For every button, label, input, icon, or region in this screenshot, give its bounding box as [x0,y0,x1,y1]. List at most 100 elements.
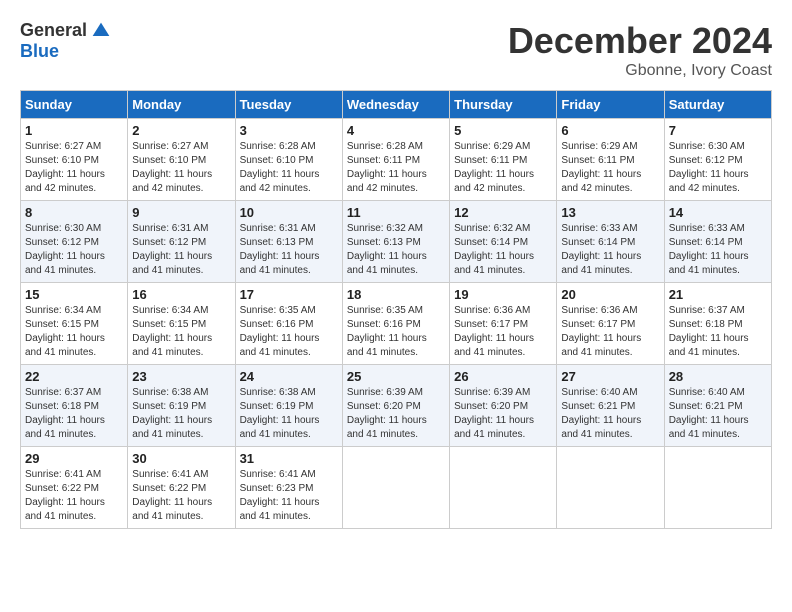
day-info: Sunrise: 6:40 AMSunset: 6:21 PMDaylight:… [669,386,767,442]
day-info: Sunrise: 6:38 AMSunset: 6:19 PMDaylight:… [132,386,230,442]
day-info: Sunrise: 6:39 AMSunset: 6:20 PMDaylight:… [347,386,445,442]
day-info: Sunrise: 6:28 AMSunset: 6:10 PMDaylight:… [240,140,338,196]
calendar-cell: 18Sunrise: 6:35 AMSunset: 6:16 PMDayligh… [342,283,449,365]
calendar-cell: 19 Sunrise: 6:36 AMSunset: 6:17 PMDayligh… [450,283,557,365]
calendar-cell: 12 Sunrise: 6:32 AMSunset: 6:14 PMDayligh… [450,201,557,283]
day-info: Sunrise: 6:32 AMSunset: 6:13 PMDaylight:… [347,222,445,278]
day-number: 12 [454,205,552,220]
day-info: Sunrise: 6:36 AMSunset: 6:17 PMDaylight:… [454,304,552,360]
calendar-cell: 15Sunrise: 6:34 AMSunset: 6:15 PMDayligh… [21,283,128,365]
day-number: 19 [454,287,552,302]
calendar-cell: 16 Sunrise: 6:34 AMSunset: 6:15 PMDayligh… [128,283,235,365]
header-sunday: Sunday [21,91,128,119]
day-info: Sunrise: 6:32 AMSunset: 6:14 PMDaylight:… [454,222,552,278]
day-number: 13 [561,205,659,220]
calendar-cell: 11Sunrise: 6:32 AMSunset: 6:13 PMDayligh… [342,201,449,283]
calendar-cell: 13 Sunrise: 6:33 AMSunset: 6:14 PMDayligh… [557,201,664,283]
day-info: Sunrise: 6:33 AMSunset: 6:14 PMDaylight:… [561,222,659,278]
day-info: Sunrise: 6:38 AMSunset: 6:19 PMDaylight:… [240,386,338,442]
calendar-week-5: 29Sunrise: 6:41 AMSunset: 6:22 PMDayligh… [21,447,772,529]
day-info: Sunrise: 6:41 AMSunset: 6:22 PMDaylight:… [25,468,123,524]
header-friday: Friday [557,91,664,119]
day-info: Sunrise: 6:36 AMSunset: 6:17 PMDaylight:… [561,304,659,360]
day-info: Sunrise: 6:30 AMSunset: 6:12 PMDaylight:… [25,222,123,278]
calendar-cell: 1 Sunrise: 6:27 AMSunset: 6:10 PMDaylight… [21,119,128,201]
day-info: Sunrise: 6:27 AMSunset: 6:10 PMDaylight:… [132,140,230,196]
day-number: 26 [454,369,552,384]
calendar-cell: 26 Sunrise: 6:39 AMSunset: 6:20 PMDayligh… [450,365,557,447]
calendar-cell: 9 Sunrise: 6:31 AMSunset: 6:12 PMDaylight… [128,201,235,283]
calendar-cell: 29Sunrise: 6:41 AMSunset: 6:22 PMDayligh… [21,447,128,529]
location-text: Gbonne, Ivory Coast [508,62,772,80]
day-number: 16 [132,287,230,302]
day-info: Sunrise: 6:39 AMSunset: 6:20 PMDaylight:… [454,386,552,442]
day-number: 21 [669,287,767,302]
calendar-week-4: 22Sunrise: 6:37 AMSunset: 6:18 PMDayligh… [21,365,772,447]
calendar-cell: 21 Sunrise: 6:37 AMSunset: 6:18 PMDayligh… [664,283,771,365]
day-number: 31 [240,451,338,466]
day-info: Sunrise: 6:30 AMSunset: 6:12 PMDaylight:… [669,140,767,196]
day-info: Sunrise: 6:33 AMSunset: 6:14 PMDaylight:… [669,222,767,278]
calendar-cell [342,447,449,529]
day-info: Sunrise: 6:34 AMSunset: 6:15 PMDaylight:… [132,304,230,360]
day-info: Sunrise: 6:35 AMSunset: 6:16 PMDaylight:… [347,304,445,360]
calendar-cell: 14Sunrise: 6:33 AMSunset: 6:14 PMDayligh… [664,201,771,283]
calendar-week-1: 1 Sunrise: 6:27 AMSunset: 6:10 PMDaylight… [21,119,772,201]
day-number: 4 [347,123,445,138]
calendar-table: SundayMondayTuesdayWednesdayThursdayFrid… [20,90,772,529]
calendar-cell: 30 Sunrise: 6:41 AMSunset: 6:22 PMDayligh… [128,447,235,529]
header-tuesday: Tuesday [235,91,342,119]
day-info: Sunrise: 6:28 AMSunset: 6:11 PMDaylight:… [347,140,445,196]
day-number: 28 [669,369,767,384]
day-number: 1 [25,123,123,138]
calendar-cell: 8 Sunrise: 6:30 AMSunset: 6:12 PMDaylight… [21,201,128,283]
day-info: Sunrise: 6:27 AMSunset: 6:10 PMDaylight:… [25,140,123,196]
day-info: Sunrise: 6:29 AMSunset: 6:11 PMDaylight:… [454,140,552,196]
calendar-header-row: SundayMondayTuesdayWednesdayThursdayFrid… [21,91,772,119]
month-title: December 2024 [508,20,772,62]
calendar-cell [450,447,557,529]
day-number: 25 [347,369,445,384]
day-number: 3 [240,123,338,138]
calendar-cell [557,447,664,529]
day-number: 20 [561,287,659,302]
day-number: 22 [25,369,123,384]
day-number: 5 [454,123,552,138]
logo-general-text: General [20,20,87,41]
calendar-cell: 10 Sunrise: 6:31 AMSunset: 6:13 PMDayligh… [235,201,342,283]
logo-blue-text: Blue [20,41,59,62]
calendar-cell: 24 Sunrise: 6:38 AMSunset: 6:19 PMDayligh… [235,365,342,447]
day-number: 6 [561,123,659,138]
calendar-week-3: 15Sunrise: 6:34 AMSunset: 6:15 PMDayligh… [21,283,772,365]
day-info: Sunrise: 6:29 AMSunset: 6:11 PMDaylight:… [561,140,659,196]
calendar-cell: 28 Sunrise: 6:40 AMSunset: 6:21 PMDayligh… [664,365,771,447]
day-number: 8 [25,205,123,220]
day-number: 23 [132,369,230,384]
calendar-cell: 6 Sunrise: 6:29 AMSunset: 6:11 PMDaylight… [557,119,664,201]
calendar-cell: 31Sunrise: 6:41 AMSunset: 6:23 PMDayligh… [235,447,342,529]
logo: General Blue [20,20,111,62]
day-number: 9 [132,205,230,220]
page-header: General Blue December 2024 Gbonne, Ivory… [20,20,772,80]
calendar-cell: 2 Sunrise: 6:27 AMSunset: 6:10 PMDaylight… [128,119,235,201]
calendar-cell: 27Sunrise: 6:40 AMSunset: 6:21 PMDayligh… [557,365,664,447]
day-number: 7 [669,123,767,138]
day-info: Sunrise: 6:34 AMSunset: 6:15 PMDaylight:… [25,304,123,360]
calendar-cell [664,447,771,529]
day-number: 24 [240,369,338,384]
title-block: December 2024 Gbonne, Ivory Coast [508,20,772,80]
calendar-cell: 20 Sunrise: 6:36 AMSunset: 6:17 PMDayligh… [557,283,664,365]
day-info: Sunrise: 6:31 AMSunset: 6:12 PMDaylight:… [132,222,230,278]
day-number: 27 [561,369,659,384]
day-info: Sunrise: 6:37 AMSunset: 6:18 PMDaylight:… [669,304,767,360]
day-info: Sunrise: 6:31 AMSunset: 6:13 PMDaylight:… [240,222,338,278]
logo-icon [91,21,111,41]
day-number: 2 [132,123,230,138]
day-info: Sunrise: 6:41 AMSunset: 6:22 PMDaylight:… [132,468,230,524]
day-number: 30 [132,451,230,466]
calendar-cell: 4 Sunrise: 6:28 AMSunset: 6:11 PMDaylight… [342,119,449,201]
day-number: 10 [240,205,338,220]
calendar-cell: 25 Sunrise: 6:39 AMSunset: 6:20 PMDayligh… [342,365,449,447]
calendar-week-2: 8 Sunrise: 6:30 AMSunset: 6:12 PMDaylight… [21,201,772,283]
calendar-cell: 5 Sunrise: 6:29 AMSunset: 6:11 PMDaylight… [450,119,557,201]
